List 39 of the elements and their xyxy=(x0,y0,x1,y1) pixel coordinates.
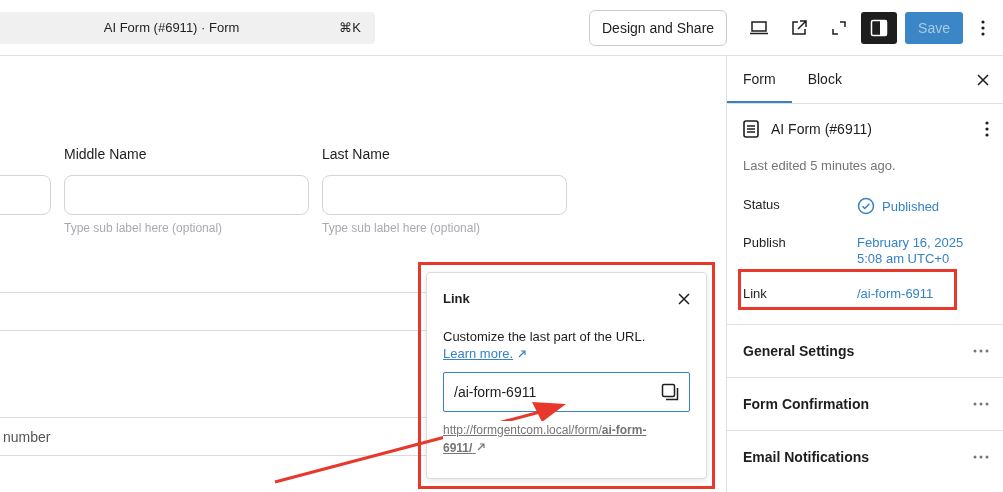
popover-title: Link xyxy=(443,291,470,306)
last-edited-text: Last edited 5 minutes ago. xyxy=(742,157,897,175)
document-icon xyxy=(743,120,759,138)
external-icon xyxy=(475,442,486,453)
input-field[interactable] xyxy=(322,175,567,215)
sidebar-tab[interactable]: Form xyxy=(727,56,792,103)
status-text: Published xyxy=(882,198,940,214)
close-icon[interactable] xyxy=(977,73,989,86)
more-icon[interactable] xyxy=(981,19,985,36)
document-title: AI Form (#6911) · Form xyxy=(103,20,240,35)
input-field[interactable] xyxy=(0,175,51,215)
command-bar[interactable]: AI Form (#6911) · Form ⌘K xyxy=(0,11,375,44)
input-field[interactable] xyxy=(64,175,309,215)
learn-more-link[interactable]: Learn more. xyxy=(443,346,528,362)
permalink-link[interactable]: /ai-form-6911 xyxy=(857,286,934,302)
settings-panel[interactable]: Email Notifications xyxy=(727,429,1003,483)
settings-panel[interactable]: Form Confirmation xyxy=(727,376,1003,430)
publish-date-link[interactable]: February 16, 2025 5:08 am UTC+0 xyxy=(857,235,985,267)
design-share-button[interactable]: Design and Share xyxy=(589,9,728,46)
form-title: AI Form (#6911) xyxy=(771,121,873,137)
shortcut-hint: ⌘K xyxy=(339,20,361,35)
close-icon[interactable] xyxy=(678,292,690,305)
status-value[interactable]: Published xyxy=(857,197,940,215)
check-circle-icon xyxy=(857,197,875,215)
sub-label-hint: Type sub label here (optional) xyxy=(64,221,224,235)
field-label: Middle Name xyxy=(64,146,148,164)
setting-label: Status xyxy=(743,197,781,212)
popover-description: Customize the last part of the URL. xyxy=(443,328,647,346)
copy-icon[interactable] xyxy=(661,383,679,402)
setting-label: Publish xyxy=(743,235,787,250)
sub-label-hint: Type sub label here (optional) xyxy=(322,221,482,235)
field-label: Last Name xyxy=(322,146,391,164)
setting-label: Link xyxy=(743,286,768,302)
settings-panel[interactable]: General Settings xyxy=(727,323,1003,377)
external-icon xyxy=(517,348,528,359)
slug-field[interactable]: /ai-form-6911 xyxy=(443,372,690,413)
sidebar-toggle-icon[interactable] xyxy=(861,11,898,44)
sidebar-tab[interactable]: Block xyxy=(791,56,858,103)
more-icon[interactable] xyxy=(985,121,989,137)
